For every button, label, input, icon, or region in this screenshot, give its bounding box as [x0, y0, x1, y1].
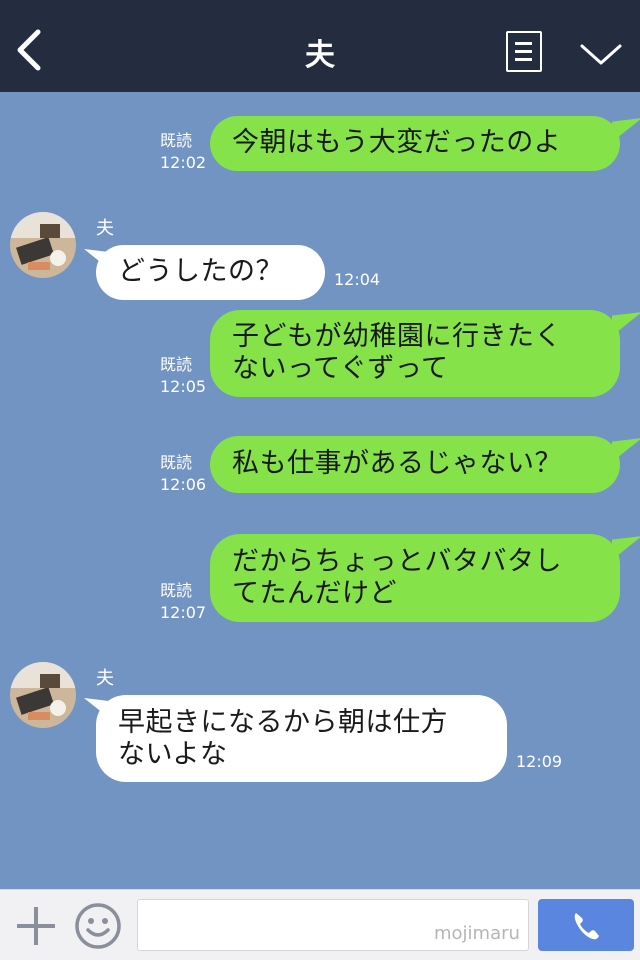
chat-title: 夫	[305, 38, 335, 73]
avatar[interactable]	[10, 212, 76, 278]
watermark: mojimaru	[434, 923, 520, 944]
sent-message-bubble[interactable]: だからちょっとバタバタし てたんだけど	[210, 534, 620, 622]
message-time: 12:07	[160, 603, 207, 622]
message-meta: 既読 12:06	[160, 452, 206, 496]
read-receipt: 既読	[160, 453, 193, 472]
sent-message-bubble[interactable]: 今朝はもう大変だったのよ	[210, 116, 620, 171]
sent-message-bubble[interactable]: 私も仕事があるじゃない？	[210, 436, 620, 493]
message-time: 12:06	[160, 475, 207, 494]
received-message-bubble[interactable]: 早起きになるから朝は仕方 ないよな	[96, 695, 507, 782]
message-time: 12:05	[160, 377, 207, 396]
message-time: 12:02	[160, 153, 207, 172]
chat-area[interactable]: 既読 12:02 今朝はもう大変だったのよ 夫 どうしたの？ 12:04 既読 …	[0, 92, 640, 889]
message-time: 12:04	[334, 270, 381, 289]
received-message-bubble[interactable]: どうしたの？	[96, 245, 325, 300]
menu-button[interactable]	[506, 31, 542, 72]
read-receipt: 既読	[160, 355, 193, 374]
avatar-photo	[10, 662, 76, 728]
plus-icon	[17, 907, 55, 945]
emoji-button[interactable]	[74, 902, 122, 950]
message-meta: 既読 12:05	[160, 354, 206, 398]
sender-name: 夫	[96, 218, 114, 239]
read-receipt: 既読	[160, 581, 193, 600]
chevron-down-icon	[580, 44, 622, 65]
input-bar: mojimaru	[0, 889, 640, 960]
add-button[interactable]	[14, 904, 58, 948]
phone-icon	[574, 913, 599, 940]
message-meta: 既読 12:07	[160, 580, 206, 624]
smiley-icon	[75, 903, 121, 949]
sender-name: 夫	[96, 668, 114, 689]
avatar-photo	[10, 212, 76, 278]
message-time: 12:09	[516, 752, 563, 771]
avatar[interactable]	[10, 662, 76, 728]
message-meta: 既読 12:02	[160, 130, 206, 174]
read-receipt: 既読	[160, 131, 193, 150]
call-button[interactable]	[538, 899, 634, 951]
sent-message-bubble[interactable]: 子どもが幼稚園に行きたく ないってぐずって	[210, 310, 620, 397]
collapse-button[interactable]	[578, 36, 624, 70]
chat-header: 夫	[0, 0, 640, 92]
